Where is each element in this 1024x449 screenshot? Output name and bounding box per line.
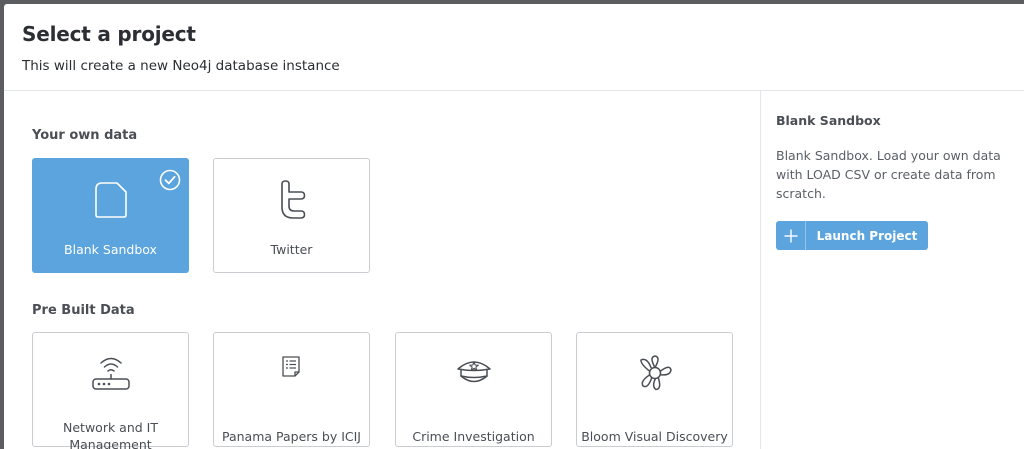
- plus-icon: [776, 221, 806, 250]
- card-label: Bloom Visual Discovery: [581, 429, 728, 444]
- card-label: Crime Investigation: [412, 429, 535, 444]
- card-label: Panama Papers by ICIJ: [221, 429, 361, 444]
- card-label: Blank Sandbox: [64, 242, 157, 257]
- document-list-icon: [280, 355, 304, 383]
- select-project-modal: Select a project This will create a new …: [4, 4, 1024, 449]
- launch-project-label: Launch Project: [816, 228, 918, 243]
- modal-header: Select a project This will create a new …: [4, 4, 1024, 91]
- project-card-blank-sandbox[interactable]: Blank Sandbox: [32, 158, 189, 273]
- selected-check-icon: [159, 169, 181, 195]
- router-icon: [91, 353, 131, 397]
- police-cap-icon: [454, 357, 494, 391]
- project-details-pane: Blank Sandbox Blank Sandbox. Load your o…: [761, 91, 1024, 449]
- project-card-network-it[interactable]: Network and IT Management: [32, 332, 189, 449]
- section-title-own-data: Your own data: [32, 128, 138, 143]
- detail-title: Blank Sandbox: [776, 113, 881, 128]
- twitter-icon: [275, 179, 309, 225]
- project-list-pane: Your own data Blank Sandbox Twitter Pre …: [4, 91, 760, 449]
- blank-document-icon: [93, 181, 129, 223]
- project-card-bloom[interactable]: Bloom Visual Discovery: [576, 332, 733, 447]
- detail-description: Blank Sandbox. Load your own data with L…: [776, 148, 1001, 201]
- card-label: Network and IT Management: [63, 420, 158, 449]
- modal-subtitle: This will create a new Neo4j database in…: [22, 58, 340, 74]
- launch-project-button[interactable]: Launch Project: [776, 221, 928, 250]
- modal-title: Select a project: [22, 22, 196, 46]
- project-card-crime-investigation[interactable]: Crime Investigation: [395, 332, 552, 447]
- flower-icon: [635, 353, 675, 397]
- project-card-twitter[interactable]: Twitter: [213, 158, 370, 273]
- card-label: Twitter: [270, 242, 313, 257]
- project-card-panama-papers[interactable]: Panama Papers by ICIJ: [213, 332, 370, 447]
- modal-body: Your own data Blank Sandbox Twitter Pre …: [4, 91, 1024, 449]
- section-title-prebuilt: Pre Built Data: [32, 303, 135, 318]
